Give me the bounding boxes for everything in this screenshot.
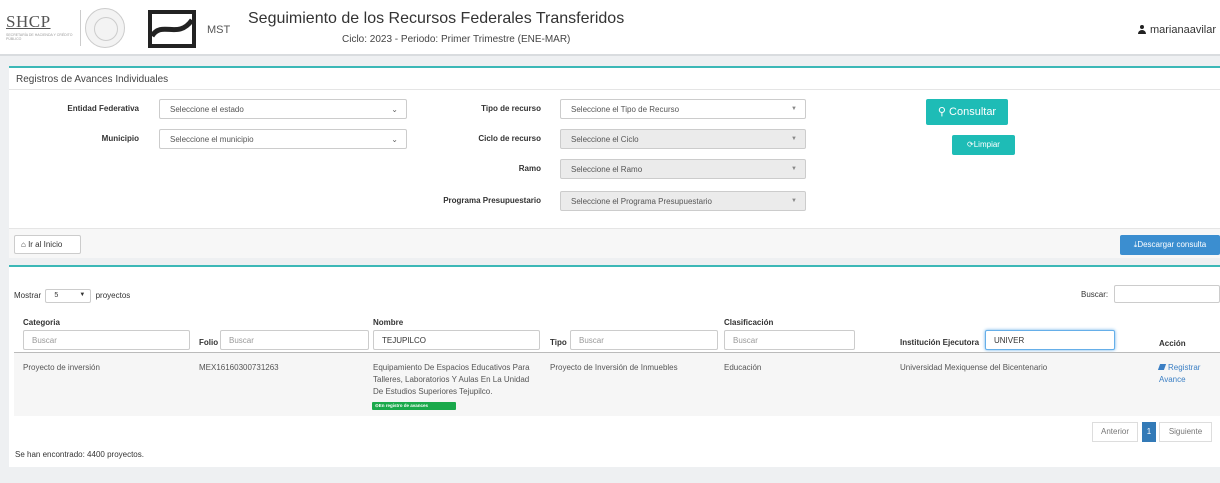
clasificacion-filter-placeholder: Buscar	[733, 336, 758, 345]
cell-nombre-line: Talleres, Laboratorios Y Aulas En La Uni…	[373, 375, 530, 384]
nombre-filter-input[interactable]: TEJUPILCO	[373, 330, 540, 350]
cell-institucion: Universidad Mexiquense del Bicentenario	[900, 363, 1048, 372]
cell-nombre: Equipamiento De Espacios Educativos Para…	[373, 362, 530, 398]
registrar-avance-label: Registrar	[1168, 363, 1201, 372]
cell-categoria: Proyecto de inversión	[23, 363, 100, 372]
filter-panel: Registros de Avances Individuales Entida…	[9, 66, 1220, 258]
column-header-tipo: Tipo	[550, 338, 567, 347]
pagination-previous[interactable]: Anterior	[1092, 422, 1138, 442]
tipo-recurso-label: Tipo de recurso	[481, 104, 541, 113]
ramo-select-value: Seleccione el Ramo	[571, 165, 643, 174]
entidad-select-value: Seleccione el estado	[170, 105, 244, 114]
username: marianaavilar	[1149, 24, 1216, 36]
tipo-filter-placeholder: Buscar	[579, 336, 604, 345]
chevron-down-icon: ▼	[791, 166, 797, 172]
ir-inicio-label: Ir al Inicio	[28, 240, 63, 249]
ciclo-recurso-select-value: Seleccione el Ciclo	[571, 135, 639, 144]
programa-select[interactable]: Seleccione el Programa Presupuestario ▼	[560, 191, 806, 211]
refresh-icon: ⟳	[967, 140, 974, 149]
programa-select-value: Seleccione el Programa Presupuestario	[571, 197, 712, 206]
status-badge: ⊙En registro de avances	[372, 402, 456, 410]
programa-label: Programa Presupuestario	[443, 196, 541, 205]
shcp-logo-subtext: SECRETARÍA DE HACIENDA Y CRÉDITO PÚBLICO	[6, 33, 73, 41]
chevron-down-icon: ▼	[791, 198, 797, 204]
folio-filter-input[interactable]: Buscar	[220, 330, 369, 350]
shcp-logo-text: SHCP	[6, 12, 51, 31]
page-size-select[interactable]: 5 ▼	[45, 289, 92, 303]
institucion-filter-input[interactable]: UNIVER	[985, 330, 1115, 350]
ciclo-recurso-select[interactable]: Seleccione el Ciclo ▼	[560, 129, 806, 149]
chevron-down-icon: ▼	[791, 136, 797, 142]
column-header-nombre: Nombre	[373, 318, 404, 327]
column-header-categoria: Categoria	[23, 318, 60, 327]
pencil-icon	[1157, 364, 1167, 370]
national-seal-icon	[85, 8, 125, 48]
folio-filter-placeholder: Buscar	[229, 336, 254, 345]
cell-nombre-line: De Estudios Superiores Tejupilco.	[373, 387, 493, 396]
user-icon	[1137, 25, 1146, 34]
registrar-avance-label: Avance	[1159, 375, 1186, 384]
entidad-select[interactable]: Seleccione el estado ⌄	[159, 99, 407, 119]
mostrar-label: Mostrar	[14, 291, 42, 301]
status-badge-label: En registro de avances	[378, 403, 429, 408]
municipio-select-value: Seleccione el municipio	[170, 135, 254, 144]
search-icon: ⚲	[937, 106, 950, 118]
column-header-institucion: Institución Ejecutora	[900, 338, 980, 347]
app-title: Seguimiento de los Recursos Federales Tr…	[248, 10, 625, 27]
chevron-down-icon: ▼	[791, 106, 797, 112]
mst-logo-icon	[148, 10, 196, 48]
registrar-avance-link[interactable]: Registrar Avance	[1157, 362, 1201, 386]
page-size-value: 5	[54, 292, 59, 299]
ramo-select[interactable]: Seleccione el Ramo ▼	[560, 159, 806, 179]
limpiar-button[interactable]: ⟳Limpiar	[952, 135, 1015, 155]
cell-nombre-line: Equipamiento De Espacios Educativos Para	[373, 363, 530, 372]
home-icon: ⌂	[21, 240, 29, 249]
descargar-label: Descargar consulta	[1137, 240, 1207, 249]
ciclo-recurso-label: Ciclo de recurso	[478, 134, 541, 143]
mst-label: MST	[207, 24, 231, 36]
ramo-label: Ramo	[518, 164, 541, 173]
global-search-input[interactable]	[1114, 285, 1220, 303]
column-header-folio: Folio	[199, 338, 219, 347]
clasificacion-filter-input[interactable]: Buscar	[724, 330, 855, 350]
chevron-down-icon: ▼	[79, 292, 86, 298]
buscar-label: Buscar:	[1081, 290, 1109, 299]
cell-folio: MEX16160300731263	[199, 363, 279, 372]
proyectos-label: proyectos	[95, 291, 131, 301]
results-panel: Mostrar 5 ▼ proyectos Buscar: Categoria B…	[9, 265, 1220, 467]
logo-divider	[80, 10, 81, 46]
tipo-filter-input[interactable]: Buscar	[570, 330, 718, 350]
municipio-label: Municipio	[101, 134, 139, 143]
cell-tipo: Proyecto de Inversión de Inmuebles	[550, 363, 678, 372]
categoria-filter-placeholder: Buscar	[32, 336, 57, 345]
shcp-logo: SHCP SECRETARÍA DE HACIENDA Y CRÉDITO PÚ…	[6, 12, 76, 46]
tipo-recurso-select[interactable]: Seleccione el Tipo de Recurso ▼	[560, 99, 806, 119]
pagination-page-1[interactable]: 1	[1142, 422, 1156, 442]
ir-inicio-button[interactable]: ⌂ Ir al Inicio	[14, 235, 81, 254]
limpiar-label: Limpiar	[973, 140, 1000, 149]
cycle-period: Ciclo: 2023 - Periodo: Primer Trimestre …	[342, 34, 571, 45]
results-count: Se han encontrado: 4400 proyectos.	[15, 450, 144, 459]
page-size-control: Mostrar 5 ▼ proyectos	[14, 289, 130, 303]
entidad-label: Entidad Federativa	[67, 104, 139, 113]
top-header: SHCP SECRETARÍA DE HACIENDA Y CRÉDITO PÚ…	[0, 0, 1220, 56]
filter-panel-footer: ⌂ Ir al Inicio ⤓Descargar consulta	[9, 228, 1220, 258]
pagination-next[interactable]: Siguiente	[1159, 422, 1212, 442]
column-header-clasificacion: Clasificación	[724, 318, 774, 327]
municipio-select[interactable]: Seleccione el municipio ⌄	[159, 129, 407, 149]
filter-panel-title: Registros de Avances Individuales	[9, 68, 1220, 90]
nombre-filter-value: TEJUPILCO	[382, 336, 427, 345]
categoria-filter-input[interactable]: Buscar	[23, 330, 190, 350]
cell-clasificacion: Educación	[724, 363, 762, 372]
consultar-label: Consultar	[949, 106, 997, 118]
institucion-filter-value: UNIVER	[994, 336, 1025, 345]
tipo-recurso-select-value: Seleccione el Tipo de Recurso	[571, 105, 680, 114]
consultar-button[interactable]: ⚲ Consultar	[926, 99, 1008, 125]
user-menu[interactable]: marianaavilar	[1137, 24, 1216, 36]
column-header-accion: Acción	[1159, 339, 1186, 348]
descargar-button[interactable]: ⤓Descargar consulta	[1120, 235, 1220, 255]
